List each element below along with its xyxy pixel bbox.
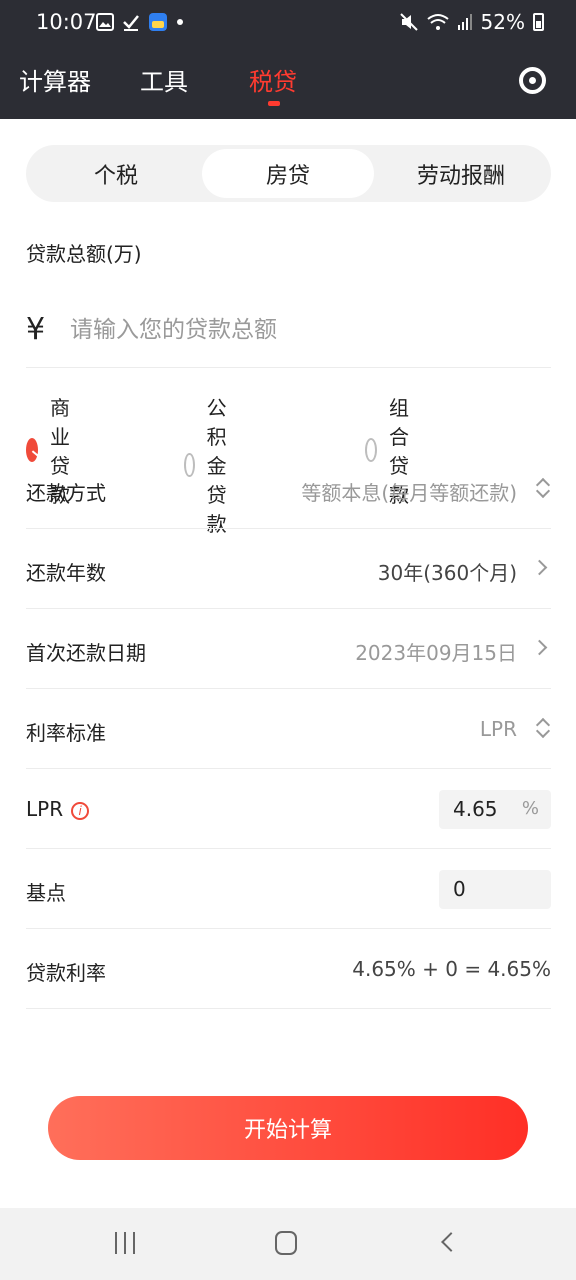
loan-rate-label: 贷款利率 [26, 961, 106, 985]
settings-icon[interactable] [519, 67, 546, 94]
tab-tax-loan[interactable]: 税贷 [249, 62, 297, 97]
active-tab-indicator [268, 101, 280, 106]
loan-rate-row: 贷款利率 4.65% + 0 = 4.65% [26, 929, 551, 1009]
dot-icon [177, 19, 183, 25]
lpr-label: LPR [26, 797, 64, 821]
rate-standard-value: LPR [479, 717, 517, 741]
status-time: 10:07 [36, 10, 97, 34]
wifi-icon [426, 14, 449, 30]
rate-standard-label: 利率标准 [26, 721, 106, 745]
repay-method-value: 等额本息(每月等额还款) [301, 481, 517, 505]
updown-chevron-icon [535, 715, 551, 741]
signal-icon [457, 14, 472, 30]
loan-amount-row: ¥ [26, 300, 551, 368]
home-icon[interactable] [275, 1231, 297, 1255]
repay-years-value: 30年(360个月) [377, 561, 517, 585]
start-calculate-button[interactable]: 开始计算 [48, 1096, 528, 1160]
gallery-icon [96, 13, 114, 31]
recent-apps-icon[interactable] [115, 1232, 135, 1254]
segment-labor-remuneration[interactable]: 劳动报酬 [375, 149, 547, 198]
rate-standard-row[interactable]: 利率标准 LPR [26, 689, 551, 769]
repay-years-row[interactable]: 还款年数 30年(360个月) [26, 529, 551, 609]
basis-points-row: 基点 0 [26, 849, 551, 929]
percent-unit: % [521, 798, 539, 819]
segment-mortgage[interactable]: 房贷 [202, 149, 374, 198]
first-repay-date-label: 首次还款日期 [26, 641, 146, 665]
lpr-value: 4.65 [453, 797, 498, 821]
loan-amount-input[interactable] [70, 310, 530, 350]
repay-years-label: 还款年数 [26, 561, 106, 585]
lpr-row: LPR i 4.65 % [26, 769, 551, 849]
loan-rate-value: 4.65% + 0 = 4.65% [352, 957, 551, 981]
basis-points-label: 基点 [26, 881, 66, 905]
basis-points-input[interactable]: 0 [439, 870, 551, 909]
loan-amount-label: 贷款总额(万) [26, 242, 142, 266]
repay-method-label: 还款方式 [26, 481, 106, 505]
basis-points-value: 0 [453, 877, 466, 901]
info-icon[interactable]: i [71, 801, 90, 820]
repay-method-row[interactable]: 还款方式 等额本息(每月等额还款) [26, 449, 551, 529]
lpr-input[interactable]: 4.65 % [439, 790, 551, 829]
top-nav: 计算器 工具 税贷 [0, 46, 576, 119]
back-icon[interactable] [441, 1232, 461, 1252]
updown-chevron-icon [535, 475, 551, 501]
segment-personal-tax[interactable]: 个税 [30, 149, 202, 198]
app-icon [149, 13, 167, 31]
tab-tools[interactable]: 工具 [140, 62, 188, 97]
tab-calculator[interactable]: 计算器 [19, 62, 91, 97]
top-header: 10:07 52% 计算器 工具 税贷 [0, 0, 576, 119]
battery-icon [533, 13, 544, 31]
chevron-right-icon [531, 559, 548, 576]
first-repay-date-row[interactable]: 首次还款日期 2023年09月15日 [26, 609, 551, 689]
first-repay-date-value: 2023年09月15日 [355, 641, 517, 665]
checkmark-icon [123, 15, 139, 31]
calculator-type-segment: 个税 房贷 劳动报酬 [26, 145, 551, 202]
battery-percent: 52% [480, 10, 525, 34]
status-bar: 10:07 52% [0, 0, 576, 46]
yen-icon: ¥ [26, 312, 46, 347]
mute-icon [399, 13, 418, 31]
system-nav-bar [0, 1208, 576, 1280]
chevron-right-icon [531, 639, 548, 656]
